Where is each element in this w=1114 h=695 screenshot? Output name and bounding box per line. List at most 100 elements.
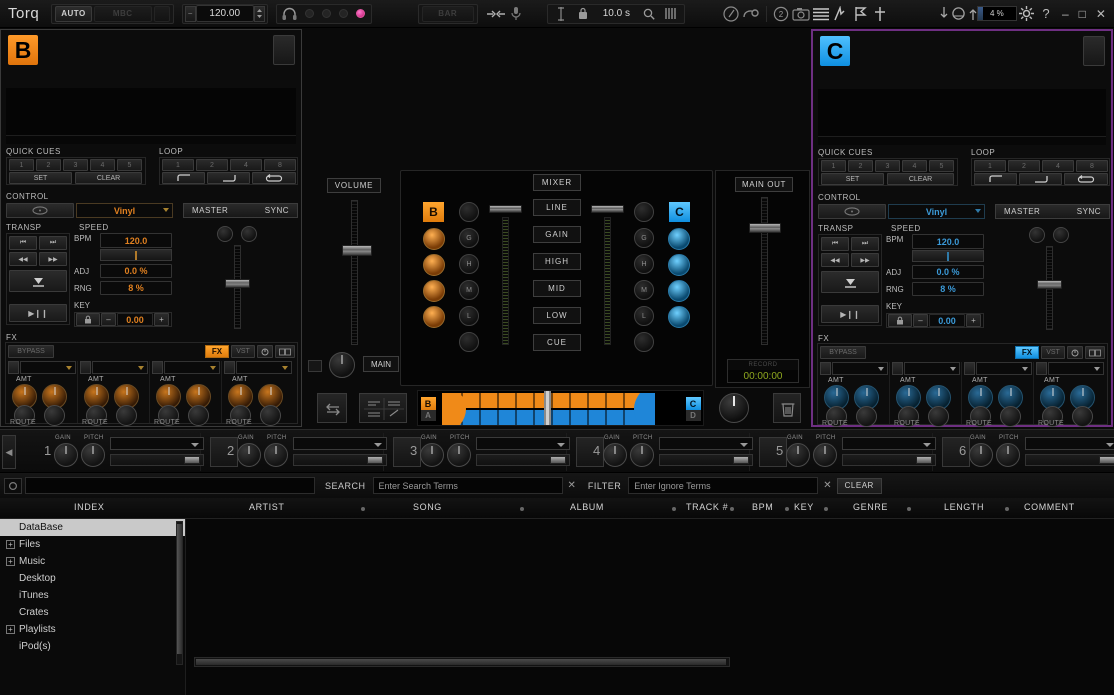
deck-c-fx-mix-knob-2-2[interactable] bbox=[928, 406, 949, 427]
deck-b-pitch-cap[interactable] bbox=[225, 279, 250, 288]
column-header-index[interactable]: INDEX bbox=[74, 502, 105, 512]
column-header-bpm[interactable]: BPM bbox=[752, 502, 773, 512]
undo-icon[interactable] bbox=[741, 4, 761, 24]
deck-b-fx-grip-4[interactable] bbox=[224, 361, 235, 374]
mixer-b-line-knob[interactable] bbox=[459, 202, 479, 222]
sampler-pitch-knob-4[interactable] bbox=[630, 443, 654, 467]
column-header-comment[interactable]: COMMENT bbox=[1024, 502, 1075, 512]
search-scope-icon[interactable] bbox=[4, 477, 22, 494]
deck-c-cue-5[interactable]: 5 bbox=[929, 160, 954, 172]
deck-c-overview[interactable] bbox=[818, 137, 1106, 145]
deck-c-fx-grip-1[interactable] bbox=[820, 362, 831, 375]
tree-item-crates[interactable]: Crates bbox=[0, 604, 185, 621]
deck-b-master-sync[interactable]: MASTER SYNC bbox=[183, 203, 298, 218]
column-divider-6[interactable] bbox=[824, 507, 828, 511]
main-out-fader-cap[interactable] bbox=[749, 223, 781, 233]
sampler-prev-button[interactable]: ◀ bbox=[2, 435, 16, 469]
deck-b-control-vinyl-icon[interactable] bbox=[6, 203, 74, 218]
column-header-artist[interactable]: ARTIST bbox=[249, 502, 284, 512]
deck-c-fx-mix-knob-4-2[interactable] bbox=[1072, 406, 1093, 427]
column-divider-7[interactable] bbox=[907, 507, 911, 511]
tree-item-ipod-s[interactable]: iPod(s) bbox=[0, 638, 185, 655]
led-3[interactable] bbox=[338, 9, 348, 18]
deck-c-master-sync[interactable]: MASTER SYNC bbox=[995, 204, 1110, 219]
mixer-row-gain[interactable]: GAIN bbox=[533, 226, 581, 243]
sampler-slot-2[interactable]: 2 GAIN PITCH bbox=[201, 433, 421, 471]
crossfader-assign-button[interactable] bbox=[317, 393, 347, 423]
column-divider-2[interactable] bbox=[520, 507, 524, 511]
bpm-increment-button[interactable] bbox=[253, 5, 265, 22]
arrow-up-icon[interactable] bbox=[968, 4, 977, 24]
deck-b-loop-1[interactable]: 1 bbox=[162, 159, 194, 171]
deck-c-loop-4[interactable]: 4 bbox=[1042, 160, 1074, 172]
sampler-level-slider-3[interactable] bbox=[476, 454, 570, 466]
tree-expand-icon[interactable]: + bbox=[6, 557, 15, 566]
sampler-level-slider-4[interactable] bbox=[659, 454, 753, 466]
mixer-c-low-knob[interactable] bbox=[668, 306, 690, 328]
deck-b-fx-save-icon[interactable] bbox=[275, 345, 295, 358]
mixer-row-cue[interactable]: CUE bbox=[533, 334, 581, 351]
sampler-source-select-1[interactable] bbox=[110, 437, 204, 450]
sampler-source-select-5[interactable] bbox=[842, 437, 936, 450]
trash-icon[interactable] bbox=[773, 393, 801, 423]
grid-icon[interactable] bbox=[660, 4, 682, 24]
mixer-row-low[interactable]: LOW bbox=[533, 307, 581, 324]
sampler-level-slider-2[interactable] bbox=[293, 454, 387, 466]
deck-b-fx-grip-1[interactable] bbox=[8, 361, 19, 374]
column-header-key[interactable]: KEY bbox=[794, 502, 814, 512]
loop-in-icon[interactable] bbox=[162, 172, 205, 184]
arrow-down-icon[interactable] bbox=[940, 4, 949, 24]
record-panel[interactable]: RECORD 00:00:00 bbox=[727, 359, 799, 383]
lock-icon[interactable] bbox=[572, 4, 594, 24]
deck-c-rng-value[interactable]: 8 % bbox=[912, 282, 984, 296]
crossfader-right-labels[interactable]: C D bbox=[685, 397, 701, 421]
deck-c-fx-power-icon[interactable] bbox=[1067, 346, 1083, 359]
main-button[interactable]: MAIN bbox=[363, 356, 399, 372]
deck-c-ffwd-button[interactable]: ▶▶ bbox=[851, 253, 879, 267]
deck-b-loop-8[interactable]: 8 bbox=[264, 159, 296, 171]
deck-b-key-lock-icon[interactable] bbox=[76, 313, 100, 326]
deck-c-nudge-right-knob[interactable] bbox=[1053, 227, 1069, 243]
deck-c-play-button[interactable]: ▶❙❙ bbox=[821, 305, 879, 323]
mixer-c-high-knob[interactable] bbox=[668, 254, 690, 276]
sampler-level-slider-5[interactable] bbox=[842, 454, 936, 466]
sampler-gain-knob-1[interactable] bbox=[54, 443, 78, 467]
sampler-slot-6[interactable]: 6 GAIN PITCH bbox=[933, 433, 1114, 471]
deck-b-letter[interactable]: B bbox=[8, 35, 38, 65]
sampler-slot-3[interactable]: 3 GAIN PITCH bbox=[384, 433, 604, 471]
deck-b-play-button[interactable]: ▶❙❙ bbox=[9, 304, 67, 322]
deck-b-vst-button[interactable]: VST bbox=[231, 345, 255, 358]
column-divider-4[interactable] bbox=[730, 507, 734, 511]
metronome-icon[interactable] bbox=[721, 4, 741, 24]
waveform-icon[interactable] bbox=[831, 4, 851, 24]
deck-b-load-button[interactable] bbox=[273, 35, 295, 65]
deck-c-load-button[interactable] bbox=[1083, 36, 1105, 66]
deck-c-cue-1[interactable]: 1 bbox=[821, 160, 846, 172]
deck-b-bpm-value[interactable]: 120.0 bbox=[100, 233, 172, 248]
mixer-c-line-knob[interactable] bbox=[634, 202, 654, 222]
deck-b-waveform[interactable] bbox=[6, 88, 296, 136]
mixer-b-high-trim[interactable]: H bbox=[459, 254, 479, 274]
deck-c-bpm-value[interactable]: 120.0 bbox=[912, 234, 984, 249]
magnifier-icon[interactable] bbox=[638, 4, 660, 24]
master-bpm-value[interactable]: 120.00 bbox=[195, 5, 254, 22]
deck-b-key-down-button[interactable]: – bbox=[101, 313, 116, 326]
column-header-track[interactable]: TRACK # bbox=[686, 502, 728, 512]
mixer-b-mid-knob[interactable] bbox=[423, 280, 445, 302]
deck-c-fx-grip-2[interactable] bbox=[892, 362, 903, 375]
deck-b-rew-button[interactable]: ◀◀ bbox=[9, 252, 37, 266]
deck-b-overview[interactable] bbox=[6, 136, 296, 144]
waveform-layout-button[interactable] bbox=[359, 393, 407, 423]
deck-c-fx-mix-knob-1-2[interactable] bbox=[856, 406, 877, 427]
deck-c-fx-grip-4[interactable] bbox=[1036, 362, 1047, 375]
sampler-slot-5[interactable]: 5 GAIN PITCH bbox=[750, 433, 970, 471]
deck-b-adj-value[interactable]: 0.0 % bbox=[100, 264, 172, 278]
sampler-gain-knob-6[interactable] bbox=[969, 443, 993, 467]
search-clear-icon[interactable]: ✕ bbox=[563, 480, 581, 491]
deck-c-fx-select-2[interactable] bbox=[904, 362, 960, 375]
maximize-button[interactable]: □ bbox=[1079, 8, 1086, 20]
deck-c-loop-in-icon[interactable] bbox=[974, 173, 1017, 185]
time-value[interactable]: 10.0 s bbox=[594, 5, 638, 22]
deck-b-ffwd-button[interactable]: ▶▶ bbox=[39, 252, 67, 266]
sampler-source-select-3[interactable] bbox=[476, 437, 570, 450]
